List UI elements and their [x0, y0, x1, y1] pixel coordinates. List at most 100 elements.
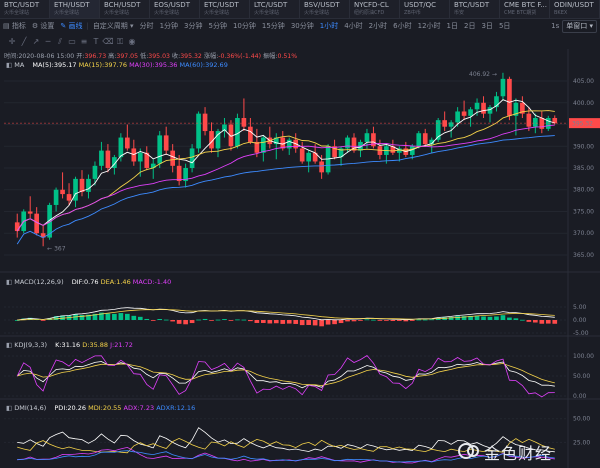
- candle-body: [163, 135, 169, 151]
- macd-histogram-bar: [261, 320, 266, 323]
- macd-histogram-bar: [299, 320, 305, 326]
- candle-body: [137, 152, 143, 162]
- macd-histogram-bar: [196, 319, 201, 321]
- candle-body: [319, 161, 324, 173]
- macd-histogram-bar: [513, 318, 519, 320]
- kline-chart[interactable]: 405.00400.00395.00390.00385.00380.00375.…: [0, 0, 600, 468]
- candle-body: [507, 78, 512, 116]
- macd-histogram-bar: [409, 320, 415, 321]
- macd-histogram-bar: [371, 319, 376, 321]
- candle-body: [345, 137, 350, 149]
- candle-body: [526, 113, 532, 127]
- candle-body: [364, 133, 370, 142]
- macd-histogram-bar: [358, 320, 363, 321]
- watermark-logo-icon: [458, 443, 479, 459]
- high-price-marker: 406.92 →: [469, 71, 497, 78]
- kdj-tick-label: 50.00: [573, 373, 590, 380]
- macd-tick-label: 5.00: [573, 304, 587, 311]
- candle-body: [442, 120, 447, 127]
- candle-body: [487, 107, 493, 114]
- macd-histogram-bar: [526, 320, 532, 322]
- candle-body: [196, 113, 201, 149]
- macd-histogram-bar: [157, 318, 163, 320]
- candle-body: [481, 102, 486, 114]
- macd-histogram-bar: [552, 320, 558, 324]
- macd-histogram-bar: [507, 317, 512, 320]
- macd-histogram-bar: [403, 320, 409, 322]
- kdj-tick-label: 100.00: [573, 353, 594, 360]
- dmi-tick-label: 25.00: [573, 439, 590, 446]
- macd-histogram-bar: [112, 313, 117, 320]
- macd-histogram-bar: [487, 316, 493, 320]
- macd-histogram-bar: [533, 320, 538, 323]
- low-price-marker: ← 367: [47, 245, 66, 252]
- ma15-line: [16, 110, 555, 232]
- macd-tick-label: -5.00: [573, 330, 589, 337]
- macd-histogram-bar: [170, 320, 175, 322]
- macd-histogram-bar: [209, 320, 214, 321]
- candle-body: [125, 137, 130, 149]
- watermark-text: 金色财经: [484, 444, 553, 463]
- candle-body: [105, 150, 111, 168]
- macd-histogram-bar: [312, 320, 318, 326]
- candle-body: [474, 102, 480, 110]
- macd-histogram-bar: [144, 318, 150, 320]
- macd-histogram-bar: [351, 320, 357, 322]
- macd-histogram-bar: [545, 320, 551, 324]
- macd-histogram-bar: [150, 320, 156, 321]
- candle-body: [60, 189, 65, 195]
- candle-body: [14, 222, 20, 232]
- macd-histogram-bar: [235, 319, 240, 321]
- candle-body: [261, 137, 266, 153]
- macd-histogram-bar: [319, 320, 324, 327]
- candle-body: [118, 137, 124, 158]
- price-tick-label: 385.00: [573, 165, 594, 172]
- price-tick-label: 400.00: [573, 100, 594, 107]
- macd-histogram-bar: [429, 319, 435, 321]
- candle-body: [79, 178, 85, 192]
- macd-histogram-bar: [222, 319, 227, 320]
- candle-body: [416, 133, 422, 147]
- kdj-d-line: [17, 363, 555, 387]
- macd-histogram-bar: [390, 320, 396, 322]
- macd-histogram-bar: [293, 320, 299, 324]
- price-tick-label: 365.00: [573, 252, 594, 259]
- candle-body: [157, 135, 163, 164]
- kdj-tick-label: 0.00: [573, 393, 587, 400]
- candle-body: [248, 126, 253, 142]
- price-tick-label: 390.00: [573, 143, 594, 150]
- macd-histogram-bar: [325, 320, 331, 325]
- macd-histogram-bar: [267, 320, 273, 324]
- candle-body: [202, 113, 208, 132]
- macd-histogram-bar: [481, 316, 486, 320]
- candle-body: [176, 165, 182, 182]
- macd-histogram-bar: [280, 320, 286, 324]
- candle-body: [86, 178, 91, 192]
- macd-histogram-bar: [416, 319, 422, 321]
- macd-histogram-bar: [228, 320, 234, 321]
- macd-histogram-bar: [377, 320, 383, 321]
- macd-histogram-bar: [455, 316, 460, 320]
- candle-body: [422, 133, 428, 145]
- price-tick-label: 405.00: [573, 78, 594, 85]
- candle-body: [170, 150, 175, 166]
- candle-body: [461, 111, 467, 116]
- candle-body: [27, 211, 33, 214]
- price-tick-label: 375.00: [573, 208, 594, 215]
- price-tick-label: 370.00: [573, 230, 594, 237]
- dmi-tick-label: 50.00: [573, 416, 590, 423]
- macd-histogram-bar: [520, 319, 525, 321]
- macd-histogram-bar: [500, 315, 506, 320]
- macd-histogram-bar: [539, 320, 545, 324]
- macd-histogram-bar: [202, 318, 208, 320]
- macd-histogram-bar: [105, 313, 111, 320]
- candle-body: [189, 148, 195, 168]
- macd-dif-line: [17, 307, 555, 321]
- macd-histogram-bar: [248, 320, 253, 322]
- candle-body: [241, 118, 247, 127]
- candle-body: [299, 148, 305, 162]
- candle-body: [99, 150, 104, 166]
- macd-histogram-bar: [215, 319, 221, 321]
- macd-histogram-bar: [273, 320, 279, 324]
- candle-body: [455, 111, 460, 123]
